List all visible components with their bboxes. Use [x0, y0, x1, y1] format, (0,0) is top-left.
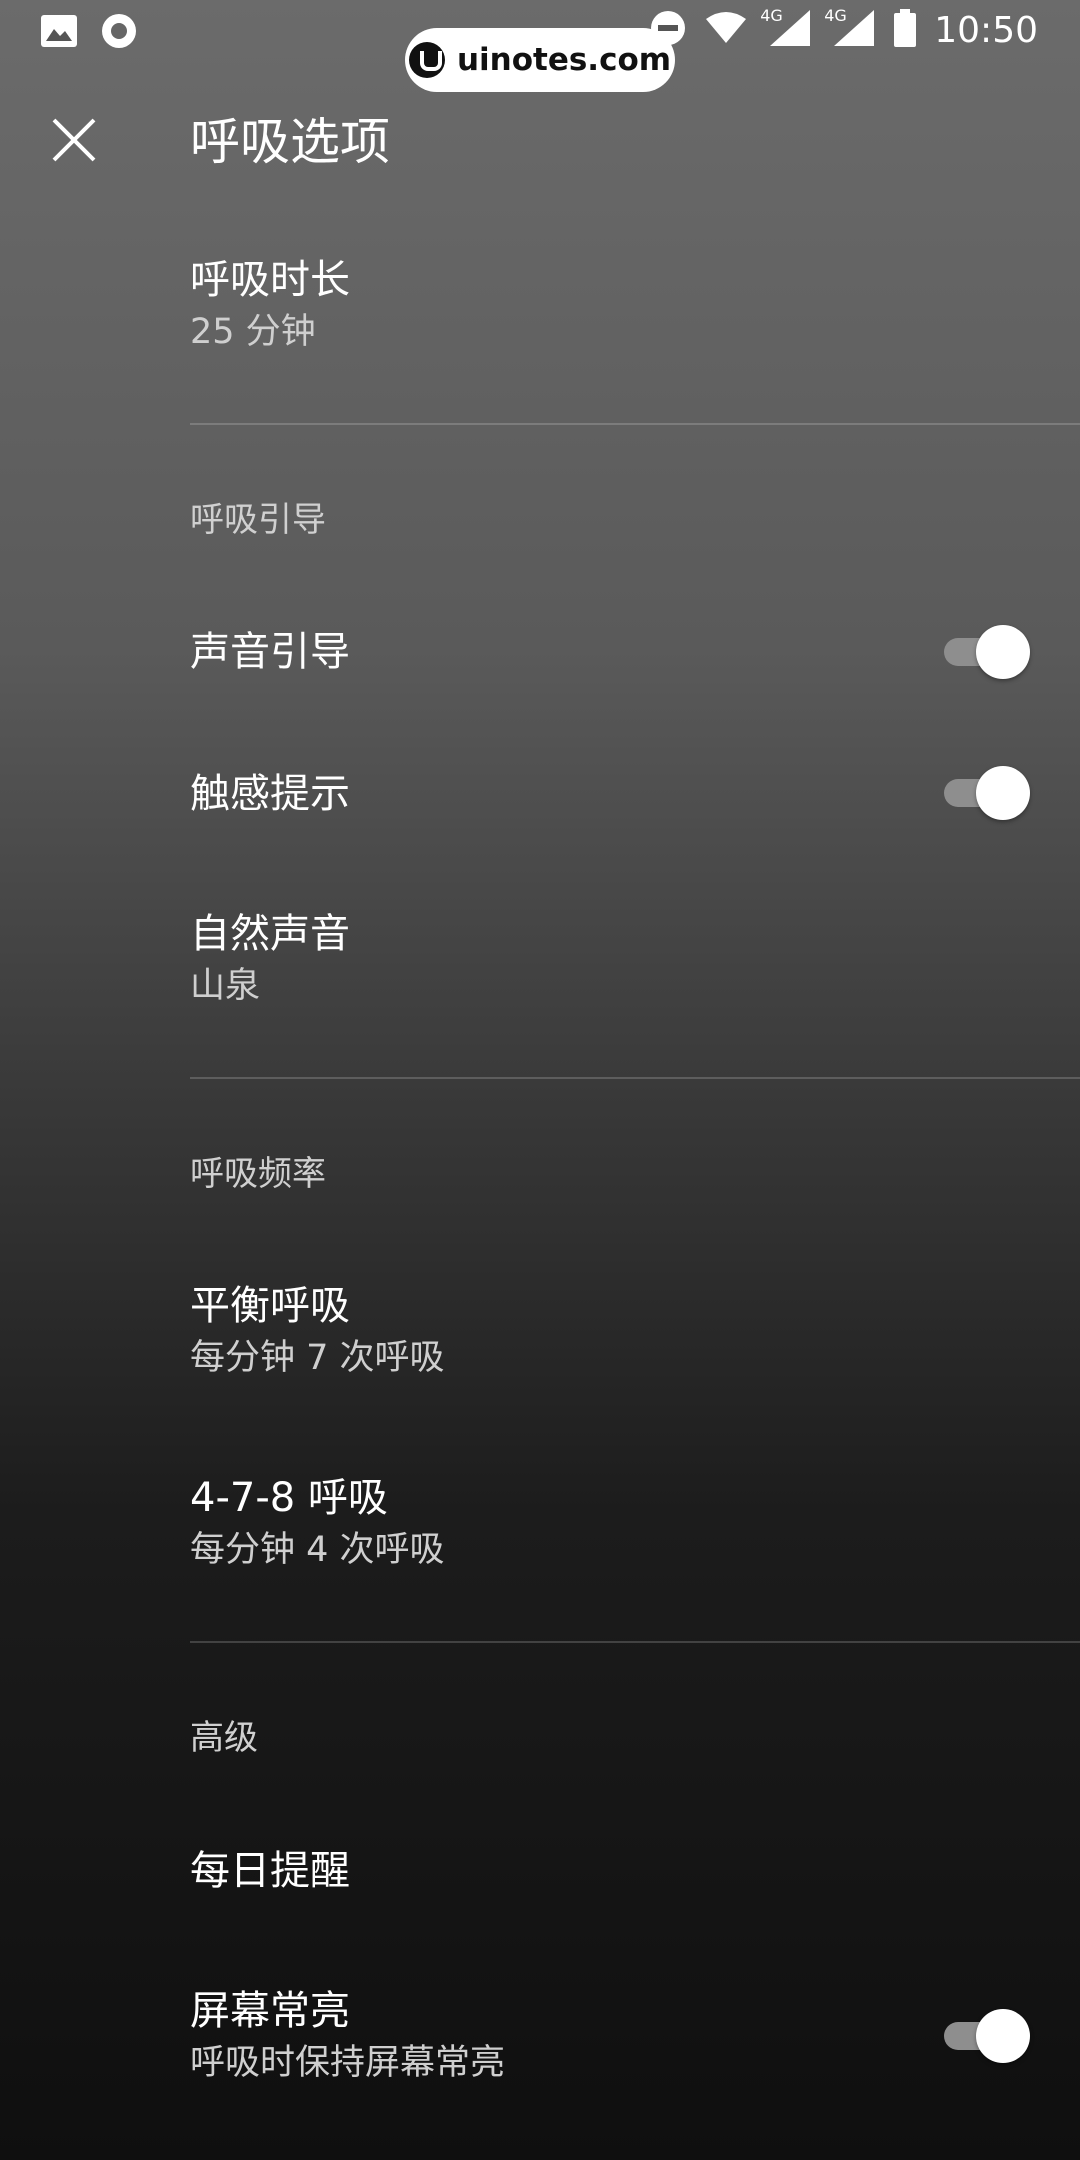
- balanced-breathing-value: 每分钟 7 次呼吸: [190, 1338, 445, 1378]
- daily-reminder-title: 每日提醒: [190, 1848, 350, 1894]
- haptic-toggle[interactable]: [944, 765, 1030, 821]
- page-title: 呼吸选项: [190, 113, 390, 171]
- divider: [190, 423, 1080, 425]
- 478-breathing-value: 每分钟 4 次呼吸: [190, 1530, 445, 1570]
- divider: [190, 1641, 1080, 1643]
- status-bar: uinotes.com 4G 4G 10:50: [0, 0, 1080, 92]
- screen-on-toggle[interactable]: [944, 2008, 1030, 2064]
- nature-sound-setting[interactable]: 自然声音 山泉: [190, 908, 1080, 1018]
- watermark-badge: uinotes.com: [405, 28, 675, 92]
- duration-setting[interactable]: 呼吸时长 25 分钟: [190, 254, 1080, 364]
- nature-sound-title: 自然声音: [190, 911, 350, 957]
- nature-sound-value: 山泉: [190, 966, 261, 1006]
- watermark-text: uinotes.com: [456, 42, 672, 78]
- divider: [190, 1077, 1080, 1079]
- duration-value: 25 分钟: [190, 312, 316, 352]
- section-header-guidance: 呼吸引导: [190, 500, 326, 540]
- uinotes-logo-icon: [408, 42, 445, 78]
- toggle-knob: [976, 625, 1030, 679]
- clock: 10:50: [934, 9, 1038, 51]
- balanced-breathing-option[interactable]: 平衡呼吸 每分钟 7 次呼吸: [190, 1280, 1080, 1390]
- signal-2-icon: 4G: [824, 6, 876, 52]
- 478-breathing-title: 4-7-8 呼吸: [190, 1475, 388, 1521]
- 478-breathing-option[interactable]: 4-7-8 呼吸 每分钟 4 次呼吸: [190, 1472, 1080, 1582]
- network-type-label: 4G: [824, 6, 847, 25]
- balanced-breathing-title: 平衡呼吸: [190, 1283, 350, 1329]
- network-type-label: 4G: [760, 6, 783, 25]
- battery-icon: [894, 9, 917, 51]
- close-icon: [52, 118, 96, 162]
- sound-guidance-toggle[interactable]: [944, 624, 1030, 680]
- section-header-rate: 呼吸频率: [190, 1154, 326, 1194]
- image-notification-icon: [40, 14, 78, 52]
- signal-1-icon: 4G: [760, 6, 812, 52]
- duration-title: 呼吸时长: [190, 257, 350, 303]
- wifi-icon: [704, 11, 748, 49]
- record-notification-icon: [100, 12, 138, 54]
- daily-reminder-setting[interactable]: 每日提醒: [190, 1845, 1080, 1905]
- toggle-knob: [976, 766, 1030, 820]
- close-button[interactable]: [42, 108, 106, 172]
- toggle-knob: [976, 2009, 1030, 2063]
- do-not-disturb-icon: [650, 10, 686, 50]
- section-header-advanced: 高级: [190, 1718, 258, 1758]
